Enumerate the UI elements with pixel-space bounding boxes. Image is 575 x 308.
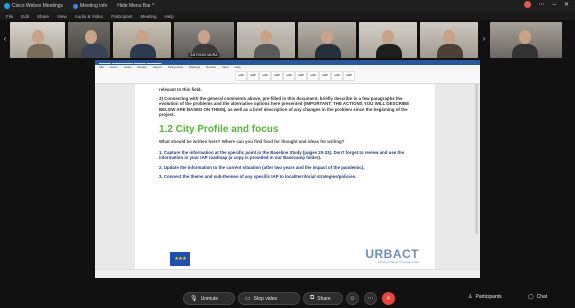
chat-icon: ◯ [528,294,534,300]
participant-tile[interactable] [10,22,65,58]
document-text: relevant to this field. 3) Connecting wi… [159,87,419,184]
menu-edit[interactable]: Edit [21,14,29,19]
word-ribbon: AaBb AaBb AaBb AaBb AaBb AaBb AaBb AaBb … [95,69,480,84]
more-icon[interactable]: ⋯ [539,1,545,8]
question-text: What should be written here? Where can y… [159,138,345,144]
participants-icon: ♙ [468,294,473,300]
share-label: Share [317,295,331,302]
style-swatch[interactable]: AaBb [307,71,319,81]
video-camera-icon: ▭ [245,296,251,302]
style-swatch[interactable]: AaBb [247,71,259,81]
webex-icon [4,3,10,9]
participant-tile[interactable] [420,22,478,58]
style-swatch[interactable]: AaBb [283,71,295,81]
participant-strip: ‹ ANTONIO MURA › [0,22,575,58]
style-swatch[interactable]: AaBb [259,71,271,81]
style-swatch[interactable]: AaBb [343,71,355,81]
stop-video-label: Stop video [253,295,278,302]
shared-screen: ▬▬▬▬ ▬▬▬▬▬▬▬ ▬▬▬▬ ▬▬▬▬▬ File Home Insert… [95,60,480,278]
meeting-info-label: Meeting info [80,3,108,9]
menu-bar: File Edit Share View Audio & Video Parti… [0,12,575,20]
style-swatch[interactable]: AaBb [295,71,307,81]
menu-participant[interactable]: Participant [111,14,132,19]
paragraph-numbered: 3) Connecting with the general comments … [159,96,419,118]
minimize-icon[interactable]: – [553,2,556,8]
eu-flag-logo: ★ ★ ★ [170,252,190,266]
app-title: Cisco Webex Meetings [4,3,63,9]
record-icon[interactable] [523,1,531,8]
menu-file[interactable]: File [6,14,13,19]
participant-tile[interactable] [298,22,356,58]
unmute-button[interactable]: 🎙 Unmute [183,292,235,305]
participant-tile[interactable] [359,22,417,58]
paragraph-text: Connecting with the general comments abo… [159,95,410,118]
chat-label: Chat [536,294,548,300]
word-status-bar [95,269,480,278]
style-swatch[interactable]: AaBb [319,71,331,81]
strip-prev-icon[interactable]: ‹ [1,34,9,46]
style-swatch[interactable]: AaBb [331,71,343,81]
word-title: ▬▬▬▬ ▬▬▬▬▬▬▬ ▬▬▬▬ ▬▬▬▬▬ [99,60,162,65]
participant-tile[interactable]: ANTONIO MURA [174,22,234,58]
section-heading: 1.2 City Profile and focus [159,123,279,135]
share-screen-icon: ⧉ [310,295,315,301]
title-bar: Cisco Webex Meetings Meeting info Hide M… [0,0,575,12]
participant-tile[interactable] [237,22,295,58]
info-icon [73,3,79,9]
paragraph: relevant to this field. [159,87,202,92]
end-call-button[interactable]: ✕ [382,292,395,305]
participant-tile[interactable] [68,22,110,58]
unmute-label: Unmute [200,295,219,302]
style-swatch[interactable]: AaBb [235,71,247,81]
participant-name: ANTONIO MURA [188,53,220,57]
close-icon: ✕ [385,296,392,302]
paragraph-number: 3) [159,95,163,101]
menu-help[interactable]: Help [164,14,173,19]
menu-share[interactable]: Share [37,14,49,19]
participants-label: Participants [475,294,502,300]
share-button[interactable]: ⧉ Share [303,292,343,305]
urbact-tagline: Driving change for better cities [378,259,419,264]
close-window-icon[interactable]: ✕ [564,1,569,8]
menu-audio-video[interactable]: Audio & Video [75,14,103,19]
urbact-wordmark: URBACT [365,246,419,261]
microphone-muted-icon: 🎙 [190,296,198,302]
strip-next-icon[interactable]: › [480,34,488,46]
participant-tile[interactable] [490,22,562,58]
instruction-item: 2. Update the information to the current… [159,164,365,170]
more-icon: ⋯ [367,296,374,302]
chat-button[interactable]: ◯ Chat [528,294,547,300]
meeting-controls: 🎙 Unmute ▭ Stop video ⧉ Share ☺ ⋯ ✕ ♙ Pa… [0,290,575,308]
instruction-item: 1. Capture the information at the specif… [159,149,405,161]
stop-video-button[interactable]: ▭ Stop video [238,292,300,305]
menu-meeting[interactable]: Meeting [140,14,156,19]
window-controls: ⋯ – ✕ [523,1,569,8]
document-page: relevant to this field. 3) Connecting wi… [135,84,435,270]
more-options-button[interactable]: ⋯ [364,292,377,305]
participant-tile[interactable] [113,22,171,58]
style-swatch[interactable]: AaBb [271,71,283,81]
document-area: relevant to this field. 3) Connecting wi… [95,84,480,270]
smiley-icon: ☺ [349,295,356,302]
participants-button[interactable]: ♙ Participants [468,294,502,300]
hide-menu-bar-button[interactable]: Hide Menu Bar ^ [117,3,154,9]
instruction-item: 3. Connect the theme and sub-themes of a… [159,174,357,180]
document-scrollbar[interactable] [475,84,478,234]
app-name: Cisco Webex Meetings [12,3,64,9]
reactions-button[interactable]: ☺ [346,292,359,305]
urbact-logo: URBACT Driving change for better cities [365,247,419,265]
menu-view[interactable]: View [57,14,67,19]
meeting-info-button[interactable]: Meeting info [73,3,107,9]
